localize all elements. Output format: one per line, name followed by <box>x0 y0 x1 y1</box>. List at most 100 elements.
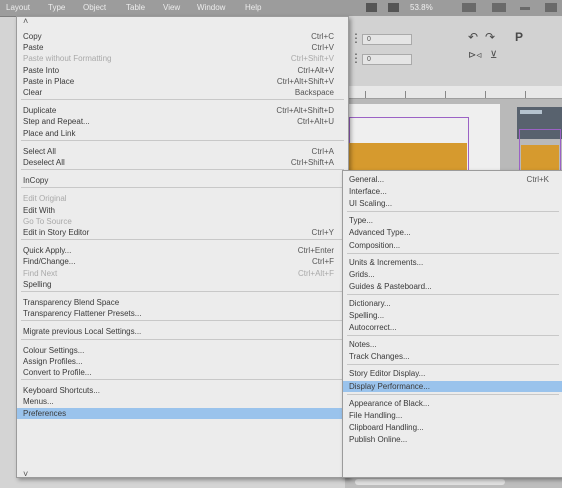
menu-item-interface[interactable]: Interface... <box>343 186 562 197</box>
menu-item-story-editor-display[interactable]: Story Editor Display... <box>343 368 562 379</box>
link-icon[interactable]: ⋮ <box>350 51 362 65</box>
menu-item-find-change[interactable]: Find/Change... Ctrl+F <box>17 256 348 267</box>
menu-item-composition[interactable]: Composition... <box>343 240 562 251</box>
scrollbar-thumb[interactable] <box>355 479 505 485</box>
menu-item-label: Spelling... <box>349 311 385 320</box>
menu-view[interactable]: View <box>163 3 180 12</box>
menu-item-migrate-previous-local-settings[interactable]: Migrate previous Local Settings... <box>17 326 348 337</box>
menu-item-ui-scaling[interactable]: UI Scaling... <box>343 198 562 209</box>
rotate-icon[interactable]: ↶ <box>468 30 478 44</box>
reference-point-icon[interactable]: ⋮ <box>350 31 362 45</box>
menu-item-transparency-blend-space[interactable]: Transparency Blend Space› <box>17 297 348 308</box>
menu-item-edit-in-story-editor[interactable]: Edit in Story Editor Ctrl+Y <box>17 227 348 238</box>
menu-item-go-to-source: Go To Source <box>17 216 348 227</box>
menu-item-spelling[interactable]: Spelling› <box>17 279 348 290</box>
close-icon[interactable] <box>545 3 557 12</box>
menu-item-units-increments[interactable]: Units & Increments... <box>343 257 562 268</box>
menu-item-shortcut: Ctrl+Y <box>311 228 334 237</box>
flip-horizontal-icon[interactable]: ⊳◃ <box>468 50 481 61</box>
menu-item-grids[interactable]: Grids... <box>343 269 562 280</box>
menu-scroll-down-icon[interactable]: ˅ <box>23 469 28 479</box>
menu-item-edit-with[interactable]: Edit With› <box>17 205 348 216</box>
menu-grip-icon: ˄ <box>23 16 29 26</box>
menu-item-place-and-link[interactable]: Place and Link <box>17 128 348 139</box>
minimize-icon[interactable] <box>520 7 530 10</box>
menu-separator <box>347 293 559 295</box>
menu-item-label: Story Editor Display... <box>349 369 426 379</box>
flip-vertical-icon[interactable]: ⊻ <box>490 50 497 61</box>
menu-item-label: Edit Original <box>23 194 67 204</box>
menu-item-select-all[interactable]: Select All Ctrl+A <box>17 146 348 157</box>
menu-item-label: Edit in Story Editor <box>23 228 90 237</box>
menu-item-type[interactable]: Type... <box>343 215 562 226</box>
ruler-tick <box>405 91 406 98</box>
menu-item-step-and-repeat[interactable]: Step and Repeat... Ctrl+Alt+U <box>17 116 348 127</box>
menu-item-paste[interactable]: Paste Ctrl+V <box>17 42 348 53</box>
zoom-level[interactable]: 53.8% <box>410 3 433 12</box>
menu-item-label: Migrate previous Local Settings... <box>23 327 142 337</box>
menu-item-assign-profiles[interactable]: Assign Profiles... <box>17 356 348 367</box>
menu-item-paste-in-place[interactable]: Paste in Place Ctrl+Alt+Shift+V <box>17 76 348 87</box>
menu-item-quick-apply[interactable]: Quick Apply... Ctrl+Enter <box>17 245 348 256</box>
menu-item-clear[interactable]: Clear Backspace <box>17 87 348 98</box>
menu-item-keyboard-shortcuts[interactable]: Keyboard Shortcuts... <box>17 385 348 396</box>
menu-table[interactable]: Table <box>126 3 145 12</box>
menu-item-label: Duplicate <box>23 106 57 116</box>
menu-item-autocorrect[interactable]: Autocorrect... <box>343 322 562 333</box>
menu-item-notes[interactable]: Notes... <box>343 339 562 350</box>
menu-item-colour-settings[interactable]: Colour Settings... <box>17 345 348 356</box>
menu-item-publish-online[interactable]: Publish Online... <box>343 434 562 445</box>
menu-separator <box>21 139 344 141</box>
menu-item-label: Paste in Place <box>23 76 75 86</box>
menu-item-appearance-of-black[interactable]: Appearance of Black... <box>343 398 562 409</box>
menu-item-file-handling[interactable]: File Handling... <box>343 410 562 421</box>
orange-block[interactable] <box>521 145 559 171</box>
menu-item-deselect-all[interactable]: Deselect All Ctrl+Shift+A <box>17 157 348 168</box>
menu-item-general[interactable]: General... Ctrl+K <box>343 174 562 185</box>
menu-item-label: Edit With <box>23 205 56 215</box>
menu-item-clipboard-handling[interactable]: Clipboard Handling... <box>343 422 562 433</box>
menu-type[interactable]: Type <box>48 3 65 12</box>
menu-item-label: Clipboard Handling... <box>349 422 424 432</box>
menu-separator <box>21 320 344 322</box>
menu-window[interactable]: Window <box>197 3 225 12</box>
stock-icon[interactable] <box>388 3 399 12</box>
menu-item-label: Paste <box>23 43 44 53</box>
rotate-cw-icon[interactable]: ↷ <box>485 30 495 44</box>
menu-item-guides-pasteboard[interactable]: Guides & Pasteboard... <box>343 281 562 292</box>
menu-item-advanced-type[interactable]: Advanced Type... <box>343 227 562 238</box>
menu-item-label: Interface... <box>349 187 387 197</box>
menu-item-incopy[interactable]: InCopy› <box>17 175 348 186</box>
bridge-icon[interactable] <box>366 3 377 12</box>
menu-item-transparency-flattener-presets[interactable]: Transparency Flattener Presets... <box>17 308 348 319</box>
menu-object[interactable]: Object <box>83 3 106 12</box>
view-options-icon[interactable] <box>462 3 476 12</box>
menu-item-convert-to-profile[interactable]: Convert to Profile... <box>17 367 348 378</box>
menu-item-label: Step and Repeat... <box>23 117 90 127</box>
menu-item-spelling[interactable]: Spelling... <box>343 310 562 321</box>
menu-item-copy[interactable]: Copy Ctrl+C <box>17 31 348 42</box>
menu-separator <box>347 364 559 366</box>
menu-separator <box>347 393 559 395</box>
menu-item-label: Paste without Formatting <box>23 54 112 64</box>
menu-item-shortcut: Ctrl+Enter <box>297 246 334 256</box>
menu-item-shortcut: Ctrl+V <box>311 43 334 53</box>
menu-item-label: General... <box>349 175 385 184</box>
menu-item-dictionary[interactable]: Dictionary... <box>343 298 562 309</box>
menu-item-duplicate[interactable]: Duplicate Ctrl+Alt+Shift+D <box>17 105 348 116</box>
screen-mode-icon[interactable] <box>492 3 506 12</box>
menu-item-paste-into[interactable]: Paste Into Ctrl+Alt+V <box>17 65 348 76</box>
menu-item-menus[interactable]: Menus... <box>17 396 348 407</box>
menu-item-preferences[interactable]: Preferences› <box>17 407 348 419</box>
flip-icon[interactable]: P <box>515 30 523 44</box>
x-field[interactable]: 0 <box>362 34 412 45</box>
orange-rectangle[interactable] <box>349 143 467 171</box>
menu-help[interactable]: Help <box>245 3 261 12</box>
menu-layout[interactable]: Layout <box>6 3 30 12</box>
menu-item-label: Guides & Pasteboard... <box>349 281 432 291</box>
menu-item-track-changes[interactable]: Track Changes... <box>343 351 562 362</box>
y-field[interactable]: 0 <box>362 54 412 65</box>
menu-item-label: Display Performance... <box>349 381 430 391</box>
menu-item-label: Select All <box>23 146 56 156</box>
menu-item-display-performance[interactable]: Display Performance... <box>343 380 562 392</box>
